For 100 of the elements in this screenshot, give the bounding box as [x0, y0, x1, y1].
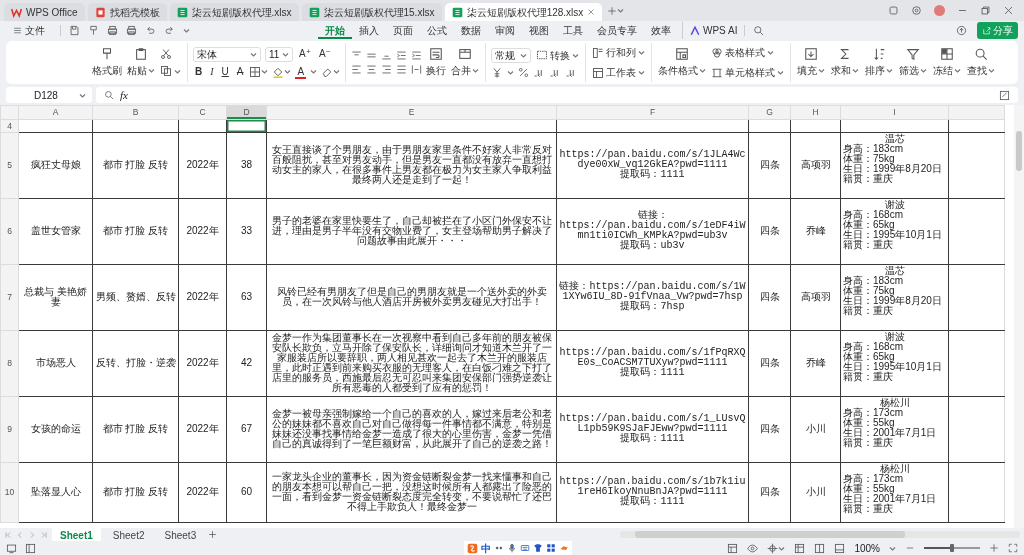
ime-logo-icon[interactable]: [467, 542, 478, 554]
sheet-tab[interactable]: Sheet2: [104, 528, 153, 541]
ai-tab[interactable]: WPS AI: [682, 22, 745, 39]
toolbar-button[interactable]: 查找: [966, 46, 997, 79]
redo-icon[interactable]: [164, 25, 175, 36]
file-menu[interactable]: 文件: [6, 22, 52, 39]
zoom-in-icon[interactable]: [989, 543, 999, 553]
sheet-view-icon[interactable]: [25, 542, 36, 554]
save-icon[interactable]: [69, 25, 80, 36]
ribbon-tab[interactable]: 页面: [386, 22, 420, 39]
scroll-thumb[interactable]: [1016, 131, 1022, 171]
upload-icon[interactable]: [956, 25, 967, 36]
toolbar-button[interactable]: 求和: [830, 46, 861, 79]
window-tab[interactable]: 柒云短剧版权代理128.xlsx: [444, 3, 603, 21]
gear-icon[interactable]: [911, 5, 922, 16]
fill-color-icon[interactable]: [272, 65, 285, 78]
toolbar-button[interactable]: 粘贴: [126, 46, 156, 79]
percent-icon[interactable]: [518, 67, 530, 78]
text-style-button[interactable]: B: [193, 64, 205, 79]
row-number[interactable]: 9: [0, 396, 19, 463]
column-header[interactable]: B: [92, 105, 179, 120]
ime-mode[interactable]: 中: [481, 540, 491, 555]
font-size-field[interactable]: 11: [265, 46, 293, 62]
printer-icon[interactable]: [126, 25, 137, 36]
grow-font-button[interactable]: A⁺: [297, 47, 313, 61]
formula-input[interactable]: fx: [96, 87, 1018, 103]
text-style-button[interactable]: I: [208, 64, 216, 79]
name-box[interactable]: D128: [6, 87, 92, 103]
row-number[interactable]: 8: [0, 330, 19, 397]
column-header[interactable]: A: [18, 105, 93, 120]
justify-icon[interactable]: [396, 64, 408, 75]
column-header[interactable]: C: [178, 105, 227, 120]
toolbar-button[interactable]: 冻结: [932, 46, 963, 79]
number-format-field[interactable]: 常规: [491, 47, 532, 63]
zoom-level[interactable]: 100%: [854, 540, 880, 555]
column-header[interactable]: F: [556, 105, 749, 120]
add-sheet-icon[interactable]: [208, 530, 218, 539]
row-number[interactable]: 7: [0, 264, 19, 331]
brush-icon[interactable]: [88, 25, 99, 36]
toolbar-button[interactable]: 条件格式: [657, 46, 708, 79]
close-icon[interactable]: [1003, 5, 1014, 16]
window-tab[interactable]: 柒云短剧版权代理.xlsx: [169, 3, 299, 21]
column-header[interactable]: G: [748, 105, 791, 120]
ribbon-tab[interactable]: 工具: [556, 22, 590, 39]
ribbon-tab[interactable]: 开始: [318, 22, 352, 39]
align-left-icon[interactable]: [351, 64, 363, 75]
layout-icon[interactable]: [727, 542, 739, 554]
toolbar-button[interactable]: 排序: [864, 46, 895, 79]
column-header[interactable]: I: [840, 105, 949, 120]
toolbar-button[interactable]: 转换: [535, 46, 581, 64]
sheet-tab[interactable]: Sheet3: [156, 528, 205, 541]
apps-icon[interactable]: [546, 543, 556, 553]
toolbar-button[interactable]: 换行: [425, 46, 448, 79]
avatar-icon[interactable]: [934, 5, 945, 16]
border-icon[interactable]: [249, 65, 262, 78]
ribbon-tab[interactable]: 审阅: [488, 22, 522, 39]
horizontal-scrollbar[interactable]: [620, 531, 1020, 538]
shrink-font-button[interactable]: A⁻: [316, 47, 333, 61]
fullscreen-icon[interactable]: [1008, 543, 1018, 553]
undo-icon[interactable]: [145, 25, 156, 36]
text-style-button[interactable]: U: [219, 64, 231, 79]
fx-label[interactable]: fx: [120, 86, 128, 104]
slider-thumb[interactable]: [950, 544, 954, 552]
toolbar-button[interactable]: 行和列: [591, 44, 647, 61]
toolbar-button[interactable]: 表格样式: [710, 44, 786, 61]
ribbon-tab[interactable]: 会员专享: [590, 22, 644, 39]
restore-icon[interactable]: [980, 5, 991, 16]
ribbon-tab[interactable]: 效率: [644, 22, 678, 39]
align-right-icon[interactable]: [381, 64, 393, 75]
font-color-button[interactable]: A: [295, 64, 307, 79]
row-number[interactable]: 6: [0, 198, 19, 265]
keyboard-icon[interactable]: [520, 543, 530, 553]
printer-icon[interactable]: [107, 25, 118, 36]
column-header[interactable]: E: [266, 105, 557, 120]
toolbar-button[interactable]: 工作表: [591, 64, 647, 81]
sheet-tab[interactable]: Sheet1: [52, 528, 101, 541]
align-middle-icon[interactable]: [366, 50, 378, 61]
window-tab[interactable]: 找稻壳模板: [87, 3, 167, 21]
toolbar-button[interactable]: 单元格样式: [710, 64, 786, 81]
toolbar-button[interactable]: [159, 64, 182, 78]
indent-icon[interactable]: [411, 50, 423, 61]
window-icon[interactable]: [888, 5, 899, 16]
search-icon[interactable]: [753, 25, 765, 36]
scroll-thumb[interactable]: [635, 531, 905, 538]
toolbar-button[interactable]: 合并: [450, 46, 481, 79]
vertical-scrollbar[interactable]: [1014, 105, 1024, 528]
shirt-icon[interactable]: [533, 543, 543, 553]
indent-icon[interactable]: [396, 50, 408, 61]
window-tab[interactable]: WPS Office: [4, 3, 85, 21]
close-icon[interactable]: [587, 8, 596, 16]
page-break-icon[interactable]: [834, 542, 846, 554]
toolbar-button[interactable]: 格式刷: [91, 46, 123, 79]
font-name-field[interactable]: 宋体: [193, 46, 261, 62]
ribbon-tab[interactable]: 插入: [352, 22, 386, 39]
ribbon-tab[interactable]: 数据: [454, 22, 488, 39]
zoom-icon[interactable]: [104, 90, 114, 100]
row-number[interactable]: 5: [0, 132, 19, 199]
expand-icon[interactable]: [999, 89, 1010, 101]
text-style-button[interactable]: A: [234, 64, 246, 79]
column-header[interactable]: D: [226, 105, 267, 120]
